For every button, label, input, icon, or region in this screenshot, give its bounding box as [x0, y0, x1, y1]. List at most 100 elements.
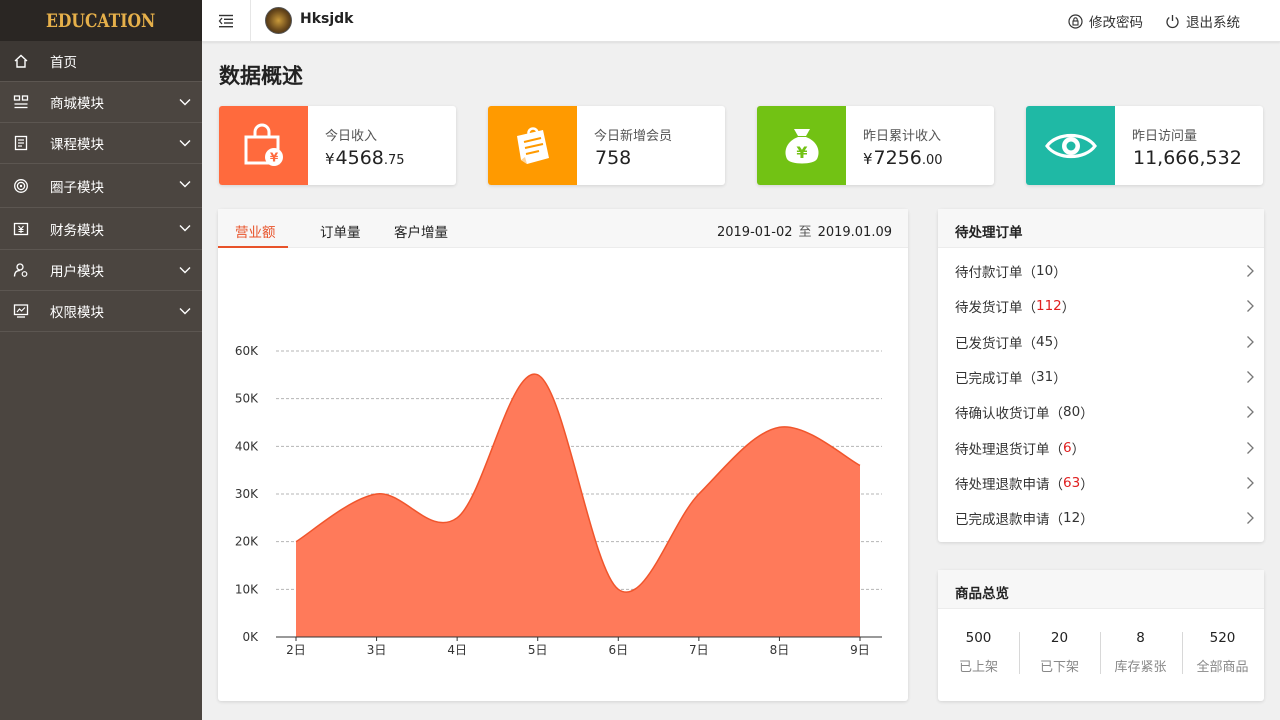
order-count: 12 — [1063, 510, 1081, 527]
y-tick-label: 50K — [235, 392, 259, 406]
product-stat[interactable]: 520 全部商品 — [1182, 630, 1263, 675]
product-stat[interactable]: 20 已下架 — [1019, 630, 1100, 675]
paren-close: ） — [1061, 300, 1076, 317]
money-icon — [12, 220, 30, 238]
sidebar-item-course[interactable]: 课程模块 — [0, 123, 202, 164]
pending-order-row[interactable]: 已发货订单（45） — [955, 332, 1255, 352]
sidebar-item-label: 用户模块 — [50, 264, 104, 280]
sidebar-item-user[interactable]: 用户模块 — [0, 250, 202, 291]
pending-order-row[interactable]: 已完成退款申请（12） — [955, 508, 1255, 528]
date-from: 2019-01-02 — [716, 225, 793, 240]
sidebar-item-circle[interactable]: 圈子模块 — [0, 164, 202, 208]
stat-card-visits[interactable]: 昨日访问量 11,666,532 — [1026, 106, 1263, 185]
sidebar-item-mall[interactable]: 商城模块 — [0, 82, 202, 123]
svg-text:¥: ¥ — [269, 150, 278, 164]
pending-order-row[interactable]: 待付款订单（10） — [955, 261, 1255, 281]
product-stat-label: 已上架 — [958, 660, 998, 675]
product-stat-value: 8 — [1136, 630, 1145, 646]
sidebar-item-label: 权限模块 — [50, 305, 104, 321]
paren-open: （ — [1022, 265, 1037, 281]
eye-icon — [1044, 133, 1097, 158]
sidebar-item-finance[interactable]: 财务模块 — [0, 208, 202, 250]
paren-close: ） — [1071, 441, 1086, 458]
stat-value: ¥4568.75 — [325, 147, 405, 169]
stat-value: 758 — [595, 147, 632, 169]
paren-open: （ — [1022, 300, 1037, 317]
sidebar-item-label: 圈子模块 — [50, 179, 104, 196]
logout-label: 退出系统 — [1186, 15, 1240, 31]
stat-icon-box — [1026, 106, 1115, 185]
y-tick-label: 30K — [235, 487, 259, 501]
pending-order-row[interactable]: 待发货订单（112） — [955, 296, 1255, 316]
area-fill — [296, 374, 860, 637]
target-icon — [12, 177, 30, 195]
pending-order-row[interactable]: 已完成订单（31） — [955, 367, 1255, 387]
chevron-down-icon — [179, 308, 191, 315]
order-count: 10 — [1036, 263, 1054, 279]
stat-value: ¥7256.00 — [863, 147, 943, 169]
divider — [1182, 632, 1183, 674]
sidebar-item-label: 课程模块 — [50, 137, 104, 153]
chevron-right-icon — [1247, 265, 1254, 277]
chevron-right-icon — [1247, 335, 1254, 348]
stat-label: 昨日累计收入 — [863, 129, 942, 144]
tab-revenue[interactable]: 营业额 — [235, 221, 276, 241]
money-bag-icon: ¥ — [784, 128, 819, 163]
paren-close: ） — [1053, 265, 1067, 281]
stat-card-today-revenue[interactable]: ¥ 今日收入 ¥4568.75 — [219, 106, 456, 185]
y-tick-label: 20K — [235, 535, 259, 549]
pending-order-row[interactable]: 待处理退货订单（6） — [955, 438, 1255, 458]
monitor-icon — [12, 302, 30, 320]
order-label: 已发货订单 — [955, 335, 1023, 352]
lock-icon — [1068, 13, 1083, 29]
chevron-right-icon — [1247, 476, 1254, 489]
paren-close: ） — [1080, 512, 1094, 529]
chevron-right-icon — [1247, 406, 1254, 419]
shopping-bag-icon: ¥ — [244, 123, 283, 166]
tab-orders[interactable]: 订单量 — [320, 221, 361, 241]
pending-order-row[interactable]: 待处理退款申请（63） — [955, 473, 1255, 493]
pending-orders-panel: 待处理订单 待付款订单（10）待发货订单（112）已发货订单（45）已完成订单（… — [938, 209, 1264, 542]
sidebar-item-label: 财务模块 — [50, 222, 104, 239]
order-count: 6 — [1063, 439, 1072, 456]
paren-open: （ — [1049, 476, 1064, 493]
date-to: 2019.01.09 — [817, 225, 892, 240]
document-icon — [12, 134, 30, 152]
pending-order-row[interactable]: 待确认收货订单（80） — [955, 402, 1255, 422]
sidebar-item-permission[interactable]: 权限模块 — [0, 291, 202, 332]
product-stat-value: 500 — [965, 630, 992, 646]
chevron-right-icon — [1247, 441, 1254, 454]
logout-button[interactable]: 退出系统 — [1165, 11, 1240, 31]
paren-open: （ — [1022, 335, 1037, 352]
divider — [1019, 632, 1020, 674]
order-label: 待处理退款申请 — [955, 476, 1050, 493]
product-stat-value: 20 — [1050, 630, 1069, 646]
stat-card-new-members[interactable]: 今日新增会员 758 — [488, 106, 725, 185]
product-overview-panel: 商品总览 500 已上架 20 已下架 8 库存紧张 520 全部商品 — [938, 570, 1264, 701]
x-tick-label: 4日 — [447, 643, 467, 657]
paren-close: ） — [1080, 476, 1094, 493]
paren-open: （ — [1049, 441, 1064, 458]
svg-text:¥: ¥ — [796, 143, 807, 162]
tab-customer-growth[interactable]: 客户增量 — [394, 221, 448, 241]
y-tick-label: 60K — [235, 344, 259, 358]
chevron-down-icon — [179, 99, 191, 106]
sidebar: EDUCATION 首页 商城模块 课程模块 圈子模块 财务模块 用户模块 权限… — [0, 0, 202, 720]
avatar[interactable] — [265, 7, 292, 34]
logo-area[interactable]: EDUCATION — [0, 0, 202, 41]
order-count: 31 — [1036, 368, 1054, 385]
chevron-right-icon — [1247, 370, 1254, 383]
change-password-button[interactable]: 修改密码 — [1068, 11, 1143, 31]
power-icon — [1166, 14, 1179, 28]
y-tick-label: 10K — [235, 582, 259, 596]
sidebar-item-home[interactable]: 首页 — [0, 41, 202, 82]
memo-icon — [516, 126, 549, 164]
product-stat[interactable]: 500 已上架 — [938, 630, 1019, 675]
product-stat[interactable]: 8 库存紧张 — [1100, 630, 1181, 675]
stat-card-yesterday-revenue[interactable]: ¥ 昨日累计收入 ¥7256.00 — [757, 106, 994, 185]
date-range-picker[interactable]: 2019-01-02 至 2019.01.09 — [717, 221, 892, 240]
menu-toggle-button[interactable] — [202, 0, 251, 42]
username[interactable]: Hksjdk — [300, 11, 354, 27]
sidebar-item-label: 首页 — [50, 55, 77, 71]
order-count: 112 — [1036, 298, 1062, 315]
